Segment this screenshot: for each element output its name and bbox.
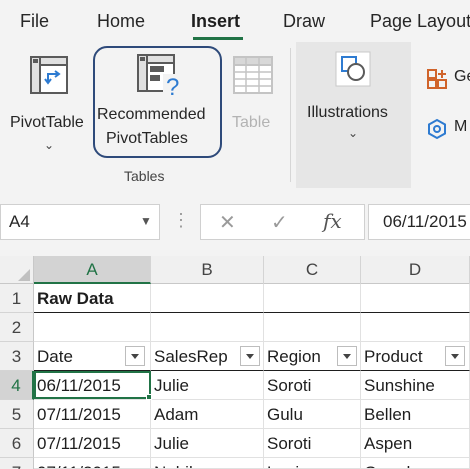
cell-a5[interactable]: 07/11/2015 [34,400,151,429]
header-region-label: Region [267,347,321,366]
table-label: Table [232,114,271,131]
header-salesrep[interactable]: SalesRep [151,342,264,371]
cell-d4[interactable]: Sunshine [361,371,470,400]
cell-b1[interactable] [151,284,264,313]
cell-c5[interactable]: Gulu [264,400,361,429]
filter-dropdown-icon[interactable] [337,346,357,366]
header-product[interactable]: Product [361,342,470,371]
illustrations-button[interactable]: Illustrations ⌄ [296,42,411,188]
header-product-label: Product [364,347,423,366]
tab-home[interactable]: Home [97,11,145,32]
tab-file[interactable]: File [20,11,49,32]
cell-b7[interactable]: Nabil [151,458,264,469]
recommended-label-line1: Recommended [97,106,206,123]
column-header-c[interactable]: C [264,256,361,284]
header-date-label: Date [37,347,73,366]
cell-b5[interactable]: Adam [151,400,264,429]
tab-page-layout[interactable]: Page Layout [370,11,470,32]
header-region[interactable]: Region [264,342,361,371]
select-all-corner[interactable] [0,256,34,284]
my-addins-icon [428,118,446,140]
cell-d2[interactable] [361,313,470,342]
drag-handle-icon[interactable]: ⋮ [172,210,190,231]
active-cell-border [34,371,151,399]
tab-insert[interactable]: Insert [191,11,240,32]
filter-dropdown-icon[interactable] [125,346,145,366]
svg-text:?: ? [166,74,179,98]
ribbon-insert: PivotTable ⌄ ? Recommended PivotTables T… [0,42,470,188]
tab-draw[interactable]: Draw [283,11,325,32]
ribbon-tab-bar: File Home Insert Draw Page Layout [0,0,470,42]
chevron-down-icon: ⌄ [348,126,359,140]
table-icon [233,56,273,94]
cell-b6[interactable]: Julie [151,429,264,458]
enter-check-icon[interactable]: ✓ [271,210,288,235]
cell-a7[interactable]: 07/11/2015 [34,458,151,469]
formula-bar: A4 ▼ ⋮ ✕ ✓ fx 06/11/2015 [0,188,470,256]
cell-c6[interactable]: Soroti [264,429,361,458]
cancel-icon[interactable]: ✕ [219,210,236,235]
row-header-7[interactable]: 7 [0,458,34,469]
fill-handle[interactable] [146,394,152,400]
row-header-5[interactable]: 5 [0,400,34,429]
insert-function-icon[interactable]: fx [323,209,342,233]
chevron-down-icon: ⌄ [44,138,55,152]
filter-dropdown-icon[interactable] [445,346,465,366]
header-date[interactable]: Date [34,342,151,371]
my-addins-label: M [454,118,468,135]
cell-d7[interactable]: Overd [361,458,470,469]
header-salesrep-label: SalesRep [154,347,228,366]
worksheet-grid: A B C D 1 2 3 4 5 6 7 Raw Data Date Sale… [0,256,470,469]
pivottable-button[interactable]: PivotTable ⌄ [6,50,94,160]
cell-d5[interactable]: Bellen [361,400,470,429]
get-addins-icon [427,69,447,89]
filter-dropdown-icon[interactable] [240,346,260,366]
cell-b2[interactable] [151,313,264,342]
pivottable-label: PivotTable [10,114,84,131]
row-header-1[interactable]: 1 [0,284,34,313]
cell-a2[interactable] [34,313,151,342]
get-addins-button[interactable]: Ge [426,68,470,92]
chevron-down-icon[interactable]: ▼ [140,214,152,228]
pivottable-icon [30,56,68,94]
cell-b4[interactable]: Julie [151,371,264,400]
get-addins-label: Ge [454,68,470,85]
cell-d6[interactable]: Aspen [361,429,470,458]
column-header-d[interactable]: D [361,256,470,284]
column-header-a[interactable]: A [34,256,151,284]
cell-d1[interactable] [361,284,470,313]
column-header-row: A B C D [0,256,470,284]
cell-c4[interactable]: Soroti [264,371,361,400]
row-header-4[interactable]: 4 [0,371,34,400]
table-button[interactable]: Table [225,50,281,160]
cell-a6[interactable]: 07/11/2015 [34,429,151,458]
recommended-label-line2: PivotTables [106,130,188,147]
my-addins-button[interactable]: M [426,118,470,142]
tables-group-label: Tables [124,168,165,184]
group-divider [290,48,291,182]
formula-input[interactable]: 06/11/2015 [368,204,470,240]
cell-c7[interactable]: Lugian [264,458,361,469]
column-header-b[interactable]: B [151,256,264,284]
row-header-2[interactable]: 2 [0,313,34,342]
active-tab-indicator [193,37,243,40]
row-header-6[interactable]: 6 [0,429,34,458]
illustrations-icon [335,51,371,87]
illustrations-label: Illustrations [307,104,388,121]
formula-buttons: ✕ ✓ fx [200,204,365,240]
cell-c1[interactable] [264,284,361,313]
cell-c2[interactable] [264,313,361,342]
recommended-pivottables-icon: ? [137,54,183,98]
row-header-3[interactable]: 3 [0,342,34,371]
cell-a1[interactable]: Raw Data [34,284,151,313]
name-box[interactable]: A4 [0,204,160,240]
recommended-pivottables-button[interactable]: ? Recommended PivotTables [95,48,220,156]
